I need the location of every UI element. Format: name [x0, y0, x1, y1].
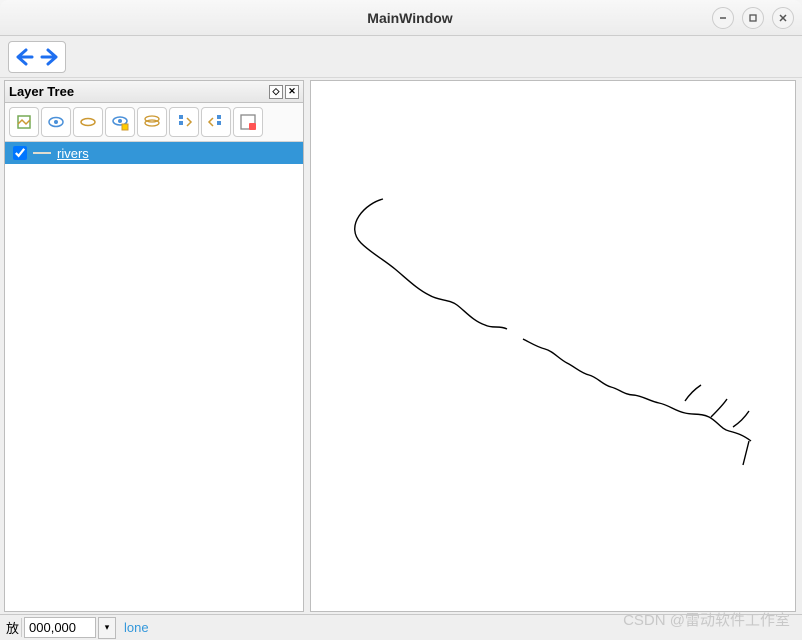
- main-window: MainWindow: [0, 0, 802, 640]
- layer-tree[interactable]: rivers: [5, 142, 303, 611]
- layer-group-button[interactable]: [137, 107, 167, 137]
- remove-icon: [238, 112, 258, 132]
- maximize-button[interactable]: [742, 7, 764, 29]
- forward-button[interactable]: [37, 44, 63, 70]
- scale-prefix-label: 放: [4, 618, 22, 637]
- open-style-button[interactable]: [9, 107, 39, 137]
- style-icon: [14, 112, 34, 132]
- content-area: Layer Tree ◇ ✕: [0, 78, 802, 614]
- layer-symbol-icon: [33, 152, 51, 154]
- layer-tree-panel: Layer Tree ◇ ✕: [4, 80, 304, 612]
- layer-name-label: rivers: [57, 146, 89, 161]
- status-text: lone: [120, 620, 149, 635]
- expand-icon: [174, 112, 194, 132]
- layer-visibility-checkbox[interactable]: [13, 146, 27, 160]
- main-toolbar: [0, 36, 802, 78]
- arrow-right-icon: [39, 46, 61, 68]
- map-canvas[interactable]: [310, 80, 796, 612]
- filter-visibility-button[interactable]: [105, 107, 135, 137]
- layer-row-rivers[interactable]: rivers: [5, 142, 303, 164]
- close-button[interactable]: [772, 7, 794, 29]
- panel-close-button[interactable]: ✕: [285, 85, 299, 99]
- eye-icon: [46, 112, 66, 132]
- minimize-button[interactable]: [712, 7, 734, 29]
- arrow-left-icon: [13, 46, 35, 68]
- scale-input[interactable]: 000,000: [24, 617, 96, 638]
- remove-layer-button[interactable]: [233, 107, 263, 137]
- window-title: MainWindow: [108, 10, 712, 26]
- panel-float-button[interactable]: ◇: [269, 85, 283, 99]
- back-button[interactable]: [11, 44, 37, 70]
- layers-icon: [142, 112, 162, 132]
- chevron-down-icon: ▾: [105, 622, 110, 633]
- panel-header: Layer Tree ◇ ✕: [5, 81, 303, 103]
- layer-icon: [78, 112, 98, 132]
- panel-title: Layer Tree: [9, 84, 267, 99]
- status-bar: 放 000,000 ▾ lone: [0, 614, 802, 640]
- visibility-button[interactable]: [41, 107, 71, 137]
- collapse-button[interactable]: [201, 107, 231, 137]
- title-bar: MainWindow: [0, 0, 802, 36]
- eye-filter-icon: [110, 112, 130, 132]
- panel-toolbar: [5, 103, 303, 142]
- expand-button[interactable]: [169, 107, 199, 137]
- layer-button[interactable]: [73, 107, 103, 137]
- collapse-icon: [206, 112, 226, 132]
- river-geometry-icon: [311, 81, 795, 611]
- scale-dropdown-button[interactable]: ▾: [98, 617, 116, 639]
